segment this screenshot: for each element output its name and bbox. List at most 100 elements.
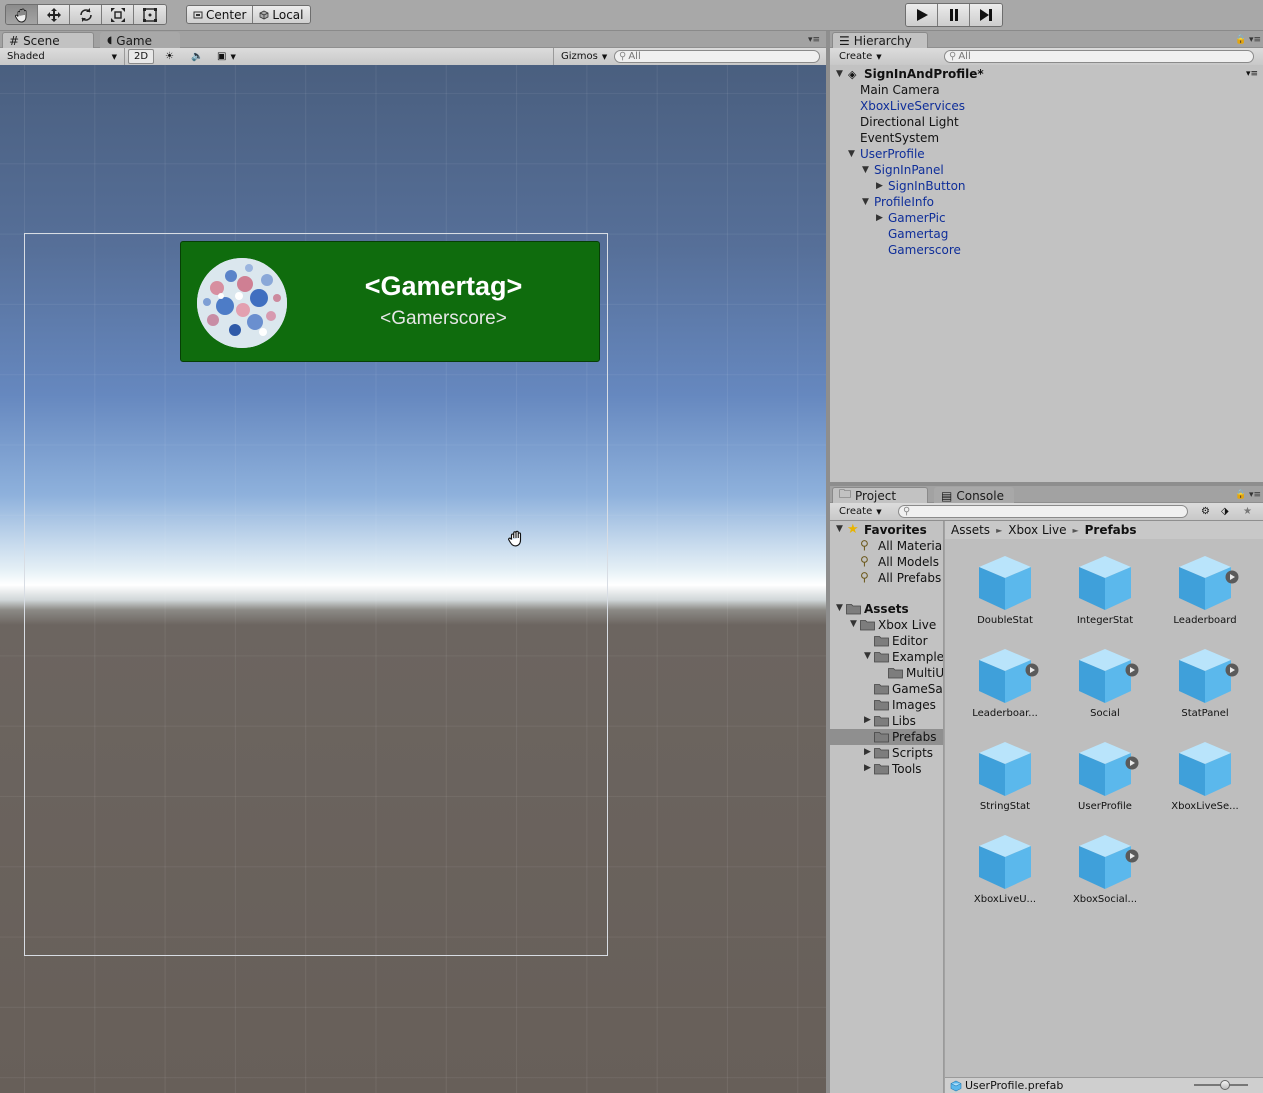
tab-hierarchy[interactable]: ☰ Hierarchy [832, 32, 928, 48]
pivot-rotation-button[interactable]: Local [253, 6, 310, 23]
gizmos-dropdown[interactable]: Gizmos ▼ [556, 49, 612, 64]
scene-menu-icon[interactable]: ▾≡ [1246, 69, 1258, 79]
folder-item[interactable]: Prefabs [830, 729, 943, 745]
hierarchy-item[interactable]: Gamerscore [830, 242, 1263, 258]
triangle-down-icon[interactable]: ▼ [836, 603, 843, 613]
prefab-asset[interactable]: Leaderboard [1165, 553, 1245, 639]
expand-prefab-icon[interactable] [1125, 663, 1139, 677]
step-button[interactable] [970, 4, 1002, 26]
project-create-dropdown[interactable]: Create ▼ [834, 504, 887, 519]
prefab-asset[interactable]: Leaderboar... [965, 646, 1045, 732]
prefab-asset[interactable]: StatPanel [1165, 646, 1245, 732]
scene-root-row[interactable]: ▼ ◈ SignInAndProfile* ▾≡ [830, 66, 1263, 82]
panel-menu-icon[interactable]: ▾≡ [1249, 35, 1261, 45]
favorite-item[interactable]: ⚲ All Models [830, 554, 943, 570]
breadcrumb-item[interactable]: Assets [951, 523, 990, 537]
triangle-down-icon[interactable]: ▼ [862, 197, 869, 207]
shading-mode-dropdown[interactable]: Shaded ▼ [2, 49, 120, 64]
tab-console[interactable]: ▤ Console [934, 487, 1014, 503]
profile-info-panel[interactable]: <Gamertag> <Gamerscore> [180, 241, 600, 362]
triangle-right-icon[interactable]: ▶ [864, 715, 871, 725]
expand-prefab-icon[interactable] [1225, 663, 1239, 677]
hierarchy-create-dropdown[interactable]: Create ▼ [834, 49, 887, 64]
panel-menu-icon[interactable]: ▾≡ [808, 35, 820, 45]
triangle-right-icon[interactable]: ▶ [864, 763, 871, 773]
project-search-input[interactable] [912, 506, 1187, 517]
folder-item[interactable]: ▼ Xbox Live [830, 617, 943, 633]
rect-tool-button[interactable] [134, 5, 166, 24]
2d-toggle[interactable]: 2D [128, 49, 155, 64]
prefab-asset[interactable]: XboxLiveSe... [1165, 739, 1245, 825]
hierarchy-search-input[interactable] [958, 51, 1253, 62]
expand-prefab-icon[interactable] [1125, 849, 1139, 863]
folder-item[interactable]: ▶ Tools [830, 761, 943, 777]
lock-icon[interactable]: 🔒 [1235, 35, 1246, 45]
scene-search-input[interactable] [628, 51, 819, 62]
rotate-tool-button[interactable] [70, 5, 102, 24]
folder-item[interactable]: ▶ Scripts [830, 745, 943, 761]
triangle-right-icon[interactable]: ▶ [876, 181, 883, 191]
favorites-header[interactable]: ▼ ★ Favorites [830, 522, 943, 538]
lock-icon[interactable]: 🔒 [1235, 490, 1246, 500]
hierarchy-item[interactable]: ▼ UserProfile [830, 146, 1263, 162]
prefab-asset[interactable]: DoubleStat [965, 553, 1045, 639]
tab-project[interactable]: 🗀 Project [832, 487, 928, 503]
prefab-asset[interactable]: UserProfile [1065, 739, 1145, 825]
filter-by-label-button[interactable]: ⬗ [1216, 504, 1234, 519]
expand-prefab-icon[interactable] [1225, 570, 1239, 584]
triangle-right-icon[interactable]: ▶ [864, 747, 871, 757]
triangle-down-icon[interactable]: ▼ [836, 524, 843, 534]
folder-item[interactable]: ▶ Libs [830, 713, 943, 729]
folder-item[interactable]: ▼ Examples [830, 649, 943, 665]
pivot-mode-button[interactable]: Center [187, 6, 254, 23]
filter-by-type-button[interactable]: ⚙ [1196, 504, 1215, 519]
assets-header[interactable]: ▼ Assets [830, 601, 943, 617]
triangle-down-icon[interactable]: ▼ [862, 165, 869, 175]
prefab-asset[interactable]: StringStat [965, 739, 1045, 825]
triangle-down-icon[interactable]: ▼ [864, 651, 871, 661]
folder-item[interactable]: GameSav [830, 681, 943, 697]
triangle-down-icon[interactable]: ▼ [850, 619, 857, 629]
folder-item[interactable]: Editor [830, 633, 943, 649]
tab-game[interactable]: ◖ Game [100, 32, 180, 48]
expand-prefab-icon[interactable] [1125, 756, 1139, 770]
folder-item[interactable]: Images [830, 697, 943, 713]
favorite-button[interactable]: ★ [1238, 504, 1257, 519]
play-button[interactable] [906, 4, 938, 26]
hand-tool-button[interactable] [6, 5, 38, 24]
separator [124, 48, 125, 66]
icon-size-slider-handle[interactable] [1220, 1080, 1230, 1090]
prefab-asset[interactable]: XboxSocial... [1065, 832, 1145, 918]
lighting-toggle[interactable]: ☀ [160, 49, 179, 64]
expand-prefab-icon[interactable] [1025, 663, 1039, 677]
prefab-asset[interactable]: IntegerStat [1065, 553, 1145, 639]
hierarchy-item[interactable]: XboxLiveServices [830, 98, 1263, 114]
hierarchy-item[interactable]: ▶ GamerPic [830, 210, 1263, 226]
prefab-asset[interactable]: XboxLiveU... [965, 832, 1045, 918]
panel-menu-icon[interactable]: ▾≡ [1249, 490, 1261, 500]
prefab-asset[interactable]: Social [1065, 646, 1145, 732]
favorite-item[interactable]: ⚲ All Prefabs [830, 570, 943, 586]
folder-item[interactable]: MultiUs [830, 665, 943, 681]
scene-viewport[interactable]: <Gamertag> <Gamerscore> [0, 65, 826, 1093]
scale-tool-button[interactable] [102, 5, 134, 24]
tab-scene[interactable]: # Scene [2, 32, 94, 48]
triangle-right-icon[interactable]: ▶ [876, 213, 883, 223]
triangle-down-icon[interactable]: ▼ [836, 69, 843, 79]
audio-toggle[interactable]: 🔈 [186, 49, 208, 64]
breadcrumb-item[interactable]: Xbox Live [1008, 523, 1066, 537]
hierarchy-item[interactable]: Gamertag [830, 226, 1263, 242]
breadcrumb-item[interactable]: Prefabs [1085, 523, 1137, 537]
pause-button[interactable] [938, 4, 970, 26]
gamer-pic[interactable] [197, 258, 287, 348]
hierarchy-item[interactable]: Main Camera [830, 82, 1263, 98]
hierarchy-item[interactable]: ▼ ProfileInfo [830, 194, 1263, 210]
hierarchy-item[interactable]: ▶ SignInButton [830, 178, 1263, 194]
move-tool-button[interactable] [38, 5, 70, 24]
hierarchy-item[interactable]: EventSystem [830, 130, 1263, 146]
hierarchy-item[interactable]: ▼ SignInPanel [830, 162, 1263, 178]
triangle-down-icon[interactable]: ▼ [848, 149, 855, 159]
effects-dropdown[interactable]: ▣ ▼ [212, 49, 241, 64]
hierarchy-item[interactable]: Directional Light [830, 114, 1263, 130]
favorite-item[interactable]: ⚲ All Materials [830, 538, 943, 554]
